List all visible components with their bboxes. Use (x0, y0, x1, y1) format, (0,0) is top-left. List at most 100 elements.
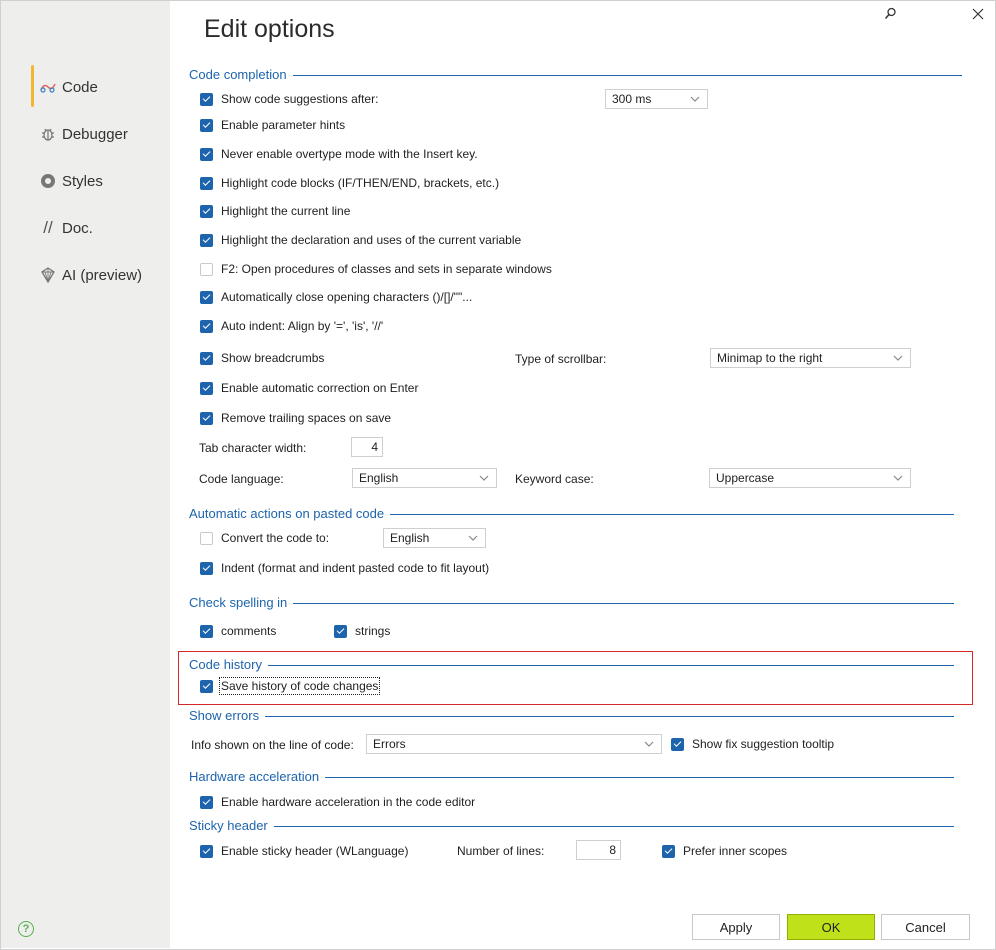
sidebar-item-code[interactable]: Code (39, 76, 98, 98)
page-title: Edit options (204, 15, 335, 43)
apply-button[interactable]: Apply (692, 914, 780, 940)
close-icon[interactable] (970, 6, 986, 22)
auto-indent-checkbox[interactable]: Auto indent: Align by '=', 'is', '//' (200, 318, 383, 334)
section-sticky-header: Sticky header (189, 817, 954, 833)
checkbox-label: Highlight the current line (221, 204, 351, 218)
keyword-case-select[interactable]: Uppercase (709, 468, 911, 488)
checkbox-box[interactable] (200, 290, 213, 304)
trailing-spaces-checkbox[interactable]: Remove trailing spaces on save (200, 410, 391, 426)
checkbox-label: Auto indent: Align by '=', 'is', '//' (221, 319, 384, 333)
save-history-checkbox[interactable]: Save history of code changes (200, 677, 381, 695)
sidebar-item-label: Code (62, 78, 98, 96)
checkbox-box[interactable] (200, 531, 213, 545)
checkbox-label: Automatically close opening characters (… (221, 290, 473, 304)
checkbox-label: Highlight the declaration and uses of th… (221, 233, 522, 247)
sidebar-item-debugger[interactable]: Debugger (39, 123, 128, 145)
param-hints-checkbox[interactable]: Enable parameter hints (200, 117, 345, 133)
spell-comments-checkbox[interactable]: comments (200, 623, 276, 639)
highlight-decl-checkbox[interactable]: Highlight the declaration and uses of th… (200, 232, 521, 248)
select-value: English (359, 471, 399, 485)
select-value: 300 ms (612, 92, 652, 106)
f2-open-checkbox[interactable]: F2: Open procedures of classes and sets … (200, 261, 552, 277)
code-icon (39, 78, 57, 96)
section-pasted-code: Automatic actions on pasted code (189, 505, 954, 521)
sidebar-item-label: AI (preview) (62, 266, 143, 284)
section-show-errors: Show errors (189, 707, 954, 723)
section-code-completion: Code completion (189, 66, 962, 82)
checkbox-box[interactable] (200, 92, 213, 106)
spell-strings-checkbox[interactable]: strings (334, 623, 390, 639)
sidebar: Code Debugger Styles // Doc. AI (preview… (1, 1, 170, 948)
number-of-lines-input[interactable]: 8 (576, 840, 621, 860)
hardware-accel-checkbox[interactable]: Enable hardware acceleration in the code… (200, 794, 475, 810)
checkbox-label: Show breadcrumbs (221, 351, 325, 365)
sidebar-item-styles[interactable]: Styles (39, 170, 103, 192)
convert-language-select[interactable]: English (383, 528, 486, 548)
checkbox-label: comments (221, 624, 277, 638)
code-language-select[interactable]: English (352, 468, 497, 488)
checkbox-box[interactable] (200, 381, 213, 395)
chevron-down-icon (893, 355, 903, 361)
info-shown-label: Info shown on the line of code: (191, 738, 354, 752)
checkbox-label: Remove trailing spaces on save (221, 411, 392, 425)
chevron-down-icon (893, 475, 903, 481)
checkbox-box[interactable] (671, 737, 684, 751)
doc-slashes-icon: // (43, 218, 53, 237)
checkbox-box[interactable] (200, 411, 213, 425)
checkbox-box[interactable] (200, 844, 213, 858)
convert-code-checkbox[interactable]: Convert the code to: (200, 530, 329, 546)
chevron-down-icon (479, 475, 489, 481)
checkbox-label: Prefer inner scopes (683, 844, 788, 858)
chevron-down-icon (468, 535, 478, 541)
ok-button[interactable]: OK (787, 914, 875, 940)
checkbox-box[interactable] (200, 204, 213, 218)
help-icon[interactable]: ? (18, 921, 34, 937)
info-shown-select[interactable]: Errors (366, 734, 662, 754)
chevron-down-icon (644, 741, 654, 747)
select-value: Minimap to the right (717, 351, 823, 365)
show-suggestions-checkbox[interactable]: Show code suggestions after: (200, 91, 378, 107)
sticky-header-checkbox[interactable]: Enable sticky header (WLanguage) (200, 843, 408, 859)
checkbox-box[interactable] (200, 147, 213, 161)
checkbox-label: Enable hardware acceleration in the code… (221, 795, 476, 809)
checkbox-box[interactable] (200, 351, 213, 365)
checkbox-box[interactable] (200, 118, 213, 132)
sidebar-item-label: Doc. (62, 219, 93, 237)
sidebar-item-ai[interactable]: AI (preview) (39, 264, 142, 286)
checkbox-box[interactable] (200, 624, 213, 638)
checkbox-box[interactable] (200, 176, 213, 190)
checkbox-box[interactable] (200, 319, 213, 333)
checkbox-label: Show fix suggestion tooltip (692, 737, 835, 751)
checkbox-box[interactable] (200, 795, 213, 809)
search-icon[interactable] (882, 6, 898, 22)
sidebar-item-doc[interactable]: // Doc. (39, 217, 93, 239)
tab-width-input[interactable]: 4 (351, 437, 383, 457)
fix-tooltip-checkbox[interactable]: Show fix suggestion tooltip (671, 736, 834, 752)
scrollbar-type-select[interactable]: Minimap to the right (710, 348, 911, 368)
section-title: Sticky header (189, 817, 268, 833)
overtype-checkbox[interactable]: Never enable overtype mode with the Inse… (200, 146, 478, 162)
sidebar-item-label: Styles (62, 172, 103, 190)
breadcrumbs-checkbox[interactable]: Show breadcrumbs (200, 350, 324, 366)
auto-correction-checkbox[interactable]: Enable automatic correction on Enter (200, 380, 418, 396)
checkbox-label: Highlight code blocks (IF/THEN/END, brac… (221, 176, 500, 190)
code-language-label: Code language: (199, 472, 284, 486)
auto-close-checkbox[interactable]: Automatically close opening characters (… (200, 289, 472, 305)
cancel-button[interactable]: Cancel (881, 914, 970, 940)
checkbox-box[interactable] (200, 561, 213, 575)
checkbox-box[interactable] (200, 233, 213, 247)
keyword-case-label: Keyword case: (515, 472, 594, 486)
indent-pasted-checkbox[interactable]: Indent (format and indent pasted code to… (200, 560, 489, 576)
highlight-line-checkbox[interactable]: Highlight the current line (200, 203, 350, 219)
checkbox-box[interactable] (200, 262, 213, 276)
checkbox-box[interactable] (334, 624, 347, 638)
suggestions-delay-select[interactable]: 300 ms (605, 89, 708, 109)
inner-scopes-checkbox[interactable]: Prefer inner scopes (662, 843, 787, 859)
checkbox-label: F2: Open procedures of classes and sets … (221, 262, 552, 276)
section-title: Code history (189, 656, 262, 672)
checkbox-box[interactable] (200, 679, 213, 693)
checkbox-label: strings (355, 624, 391, 638)
highlight-blocks-checkbox[interactable]: Highlight code blocks (IF/THEN/END, brac… (200, 175, 499, 191)
checkbox-box[interactable] (662, 844, 675, 858)
bug-icon (39, 125, 57, 143)
